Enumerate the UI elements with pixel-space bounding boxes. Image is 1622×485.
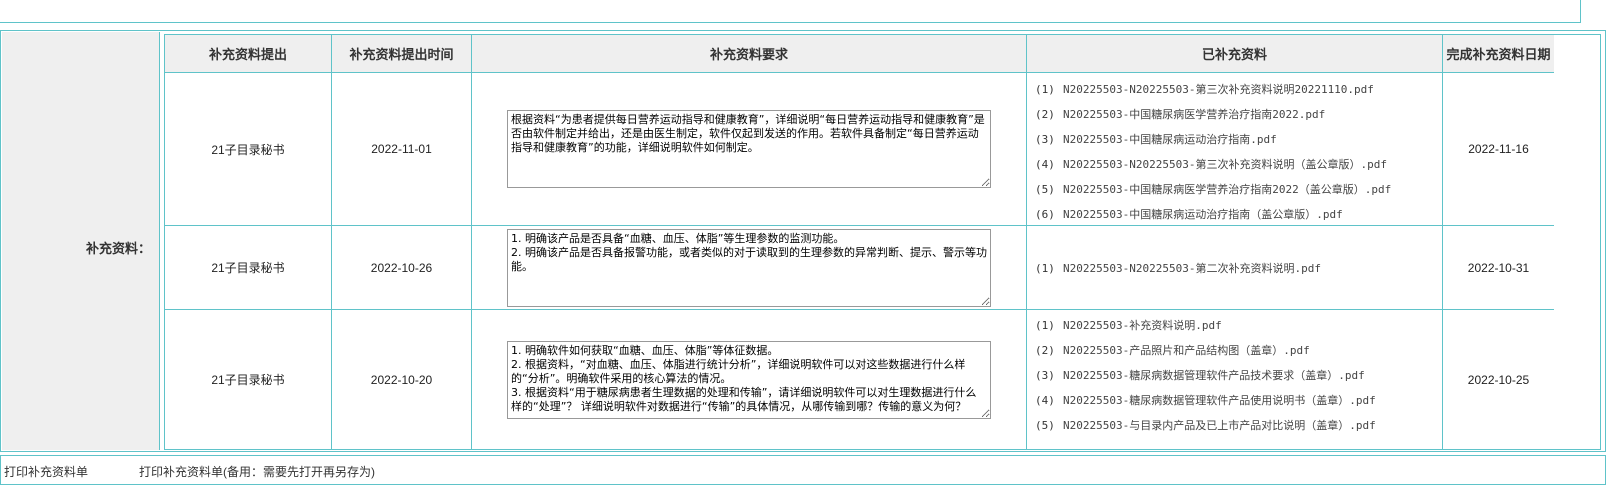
print-supplement-link[interactable]: 打印补充资料单 bbox=[4, 463, 88, 480]
print-supplement-backup-link[interactable]: 打印补充资料单(备用：需要先打开再另存为) bbox=[139, 463, 375, 480]
row1-date: 2022-11-01 bbox=[332, 73, 472, 226]
row1-completed: 2022-11-16 bbox=[1443, 73, 1554, 226]
file-link[interactable]: (4) N20225503-N20225503-第三次补充资料说明（盖公章版）.p… bbox=[1035, 156, 1387, 172]
top-bar bbox=[0, 0, 1581, 23]
row2-requirement-cell: 1. 明确该产品是否具备“血糖、血压、体脂”等生理参数的监测功能。 2. 明确该… bbox=[472, 226, 1027, 310]
file-link[interactable]: (3) N20225503-中国糖尿病运动治疗指南.pdf bbox=[1035, 131, 1277, 147]
file-link[interactable]: (5) N20225503-与目录内产品及已上市产品对比说明（盖章）.pdf bbox=[1035, 417, 1376, 433]
row1-requirement-cell: 根据资料“为患者提供每日营养运动指导和健康教育”，详细说明“每日营养运动指导和健… bbox=[472, 73, 1027, 226]
col-header-proposer: 补充资料提出 bbox=[165, 35, 332, 73]
row3-completed: 2022-10-25 bbox=[1467, 372, 1530, 387]
file-link[interactable]: (1) N20225503-N20225503-第二次补充资料说明.pdf bbox=[1035, 260, 1321, 276]
section-label-cell: 补充资料： bbox=[2, 32, 160, 450]
row2-completed: 2022-10-31 bbox=[1443, 226, 1554, 310]
row2-files: (1) N20225503-N20225503-第二次补充资料说明.pdf bbox=[1027, 226, 1443, 310]
row1-proposer: 21子目录秘书 bbox=[165, 73, 332, 226]
file-link[interactable]: (5) N20225503-中国糖尿病医学营养治疗指南2022（盖公章版）.pdf bbox=[1035, 181, 1391, 197]
file-link[interactable]: (6) N20225503-中国糖尿病运动治疗指南（盖公章版）.pdf bbox=[1035, 206, 1343, 222]
col-header-proposal-date: 补充资料提出时间 bbox=[332, 35, 472, 73]
file-link[interactable]: (1) N20225503-补充资料说明.pdf bbox=[1035, 317, 1222, 333]
row2-proposer: 21子目录秘书 bbox=[165, 226, 332, 310]
section-label: 补充资料： bbox=[85, 241, 151, 256]
file-link[interactable]: (4) N20225503-糖尿病数据管理软件产品使用说明书（盖章）.pdf bbox=[1035, 392, 1376, 408]
file-link[interactable]: (2) N20225503-中国糖尿病医学营养治疗指南2022.pdf bbox=[1035, 106, 1325, 122]
file-link[interactable]: (3) N20225503-糖尿病数据管理软件产品技术要求（盖章）.pdf bbox=[1035, 367, 1365, 383]
row3-requirement-textarea[interactable]: 1. 明确软件如何获取“血糖、血压、体脂”等体征数据。 2. 根据资料，“对血糖… bbox=[507, 340, 991, 419]
row2-requirement-textarea[interactable]: 1. 明确该产品是否具备“血糖、血压、体脂”等生理参数的监测功能。 2. 明确该… bbox=[507, 228, 991, 307]
supplement-section: 补充资料： 补充资料提出 补充资料提出时间 补充资料要求 已补充资料 完成补充资… bbox=[0, 30, 1606, 452]
row1-files: (1) N20225503-N20225503-第三次补充资料说明20221110… bbox=[1027, 73, 1443, 226]
file-link[interactable]: (1) N20225503-N20225503-第三次补充资料说明20221110… bbox=[1035, 81, 1374, 97]
row3-files: (1) N20225503-补充资料说明.pdf (2) N20225503-产品照… bbox=[1027, 310, 1443, 449]
row1-requirement-textarea[interactable]: 根据资料“为患者提供每日营养运动指导和健康教育”，详细说明“每日营养运动指导和健… bbox=[507, 110, 991, 188]
supplement-table: 补充资料提出 补充资料提出时间 补充资料要求 已补充资料 完成补充资料日期 21… bbox=[164, 34, 1601, 450]
print-bar: 打印补充资料单 打印补充资料单(备用：需要先打开再另存为) bbox=[0, 455, 1606, 485]
col-header-requirement: 补充资料要求 bbox=[472, 35, 1027, 73]
file-link[interactable]: (2) N20225503-产品照片和产品结构图（盖章）.pdf bbox=[1035, 342, 1310, 358]
row3-proposer: 21子目录秘书 bbox=[165, 310, 332, 449]
row2-date: 2022-10-26 bbox=[332, 226, 472, 310]
row3-date: 2022-10-20 bbox=[332, 310, 472, 449]
col-header-completion-date: 完成补充资料日期 bbox=[1443, 35, 1554, 73]
row3-requirement-cell: 1. 明确软件如何获取“血糖、血压、体脂”等体征数据。 2. 根据资料，“对血糖… bbox=[472, 310, 1027, 449]
col-header-submitted-files: 已补充资料 bbox=[1027, 35, 1443, 73]
